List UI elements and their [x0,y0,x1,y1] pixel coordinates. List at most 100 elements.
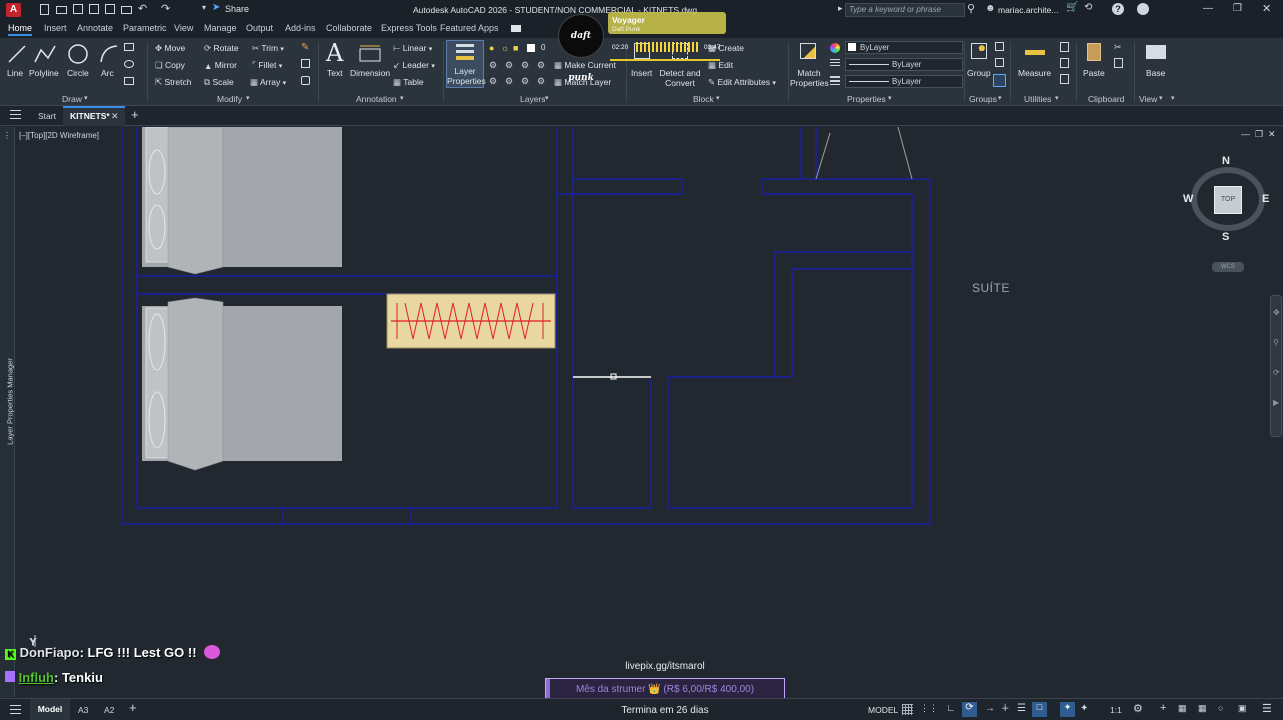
palette-options-icon[interactable]: ⋮ [3,131,11,140]
lineweight-select[interactable]: ByLayer [845,75,963,88]
erase-icon[interactable]: ✎ [301,42,309,53]
autoscale-icon[interactable]: ✦ [1080,703,1088,714]
tab-add-ins[interactable]: Add-ins [285,23,316,33]
new-tab-icon[interactable]: + [131,107,139,122]
draw-panel-title[interactable]: Draw [62,94,82,104]
layer-isolate-icon[interactable]: ⚙ [505,60,513,71]
redo-icon[interactable]: ↷ [161,2,170,15]
block-panel-title[interactable]: Block [693,94,714,104]
chevron-down-icon[interactable]: ▾ [998,94,1002,102]
offset-icon[interactable] [301,76,310,85]
cart-icon[interactable]: 🛒 [1066,2,1078,13]
close-tab-icon[interactable]: ✕ [111,111,119,122]
clean-screen-icon[interactable]: ▣ [1238,703,1247,714]
tab-view[interactable]: View [174,23,193,33]
array-button[interactable]: ▦ Array ▾ [250,77,286,88]
tab-annotate[interactable]: Annotate [77,23,113,33]
rotate-button[interactable]: ⟳ Rotate [204,43,239,54]
account-icon[interactable] [1137,3,1149,15]
group-select-icon[interactable] [993,74,1006,87]
viewport-close-icon[interactable]: ✕ [1268,129,1276,140]
viewport-restore-icon[interactable]: ❐ [1255,129,1263,140]
isodraft-icon[interactable]: → [985,703,995,714]
paste-tool[interactable]: Paste [1082,41,1108,81]
linear-button[interactable]: ⊢ Linear ▾ [393,43,432,54]
isolate-icon[interactable]: ○ [1218,703,1223,713]
layout-tab-a3[interactable]: A3 [78,705,88,715]
tab-insert[interactable]: Insert [44,23,67,33]
help-icon[interactable]: ? [1112,3,1124,15]
tab-express-tools[interactable]: Express Tools [381,23,437,33]
pan-icon[interactable]: ✥ [1273,308,1280,317]
properties-panel-title[interactable]: Properties [847,94,886,104]
viewcube-east[interactable]: E [1262,193,1269,205]
share-icon[interactable]: ➤ [212,2,220,13]
grid-icon[interactable] [902,704,913,715]
viewcube-face[interactable]: TOP [1214,186,1242,214]
move-button[interactable]: ✥ Move [155,43,185,54]
mirror-button[interactable]: ▲ Mirror [204,60,237,71]
tab-kitnets[interactable]: KITNETS* ✕ [63,106,125,126]
showmotion-icon[interactable]: ▶ [1273,398,1279,407]
customize-icon[interactable]: ☰ [1262,702,1272,715]
layer-lock-icon[interactable]: ⚙ [537,60,545,71]
explode-icon[interactable] [301,59,310,68]
layers-panel-title[interactable]: Layers [520,94,546,104]
start-tab[interactable]: Start [38,111,56,121]
ortho-icon[interactable]: ∟ [946,703,956,714]
stretch-button[interactable]: ⇱ Stretch [155,77,191,88]
id-point-icon[interactable] [1060,74,1069,84]
snap-icon[interactable]: ⋮⋮ [920,703,938,714]
user-menu[interactable]: mariac.archite... [998,5,1058,15]
zoom-icon[interactable]: ⚲ [1273,338,1279,347]
chevron-down-icon[interactable]: ▾ [400,94,404,102]
search-icon[interactable]: ⚲ [967,2,975,15]
chevron-down-icon[interactable]: ▾ [202,3,206,12]
layer-previous-icon[interactable]: ⚙ [505,76,513,87]
sun-icon[interactable]: ☼ [501,43,509,53]
quick-properties-icon[interactable]: ▦ [1198,703,1207,714]
match-properties-tool[interactable]: Match Properties [790,41,829,88]
viewcube-west[interactable]: W [1183,193,1193,205]
chevron-down-icon[interactable]: ▾ [84,94,88,102]
layouts-menu-icon[interactable] [10,705,21,714]
scale-button[interactable]: ⧉ Scale [204,77,234,88]
tab-output[interactable]: Output [246,23,273,33]
viewcube-north[interactable]: N [1222,155,1230,167]
model-space-indicator[interactable]: MODEL [868,705,898,715]
fillet-button[interactable]: ⌜ Fillet ▾ [252,60,282,71]
chevron-down-icon[interactable]: ▾ [246,94,250,102]
orbit-icon[interactable]: ⟳ [1273,368,1280,377]
osnap-icon[interactable]: ∔ [1001,703,1009,714]
bulb-icon[interactable]: ● [489,43,494,53]
gradient-icon[interactable] [124,77,134,85]
lineweight-toggle-icon[interactable]: ☰ [1017,703,1026,714]
layer-off-icon[interactable]: ⚙ [489,60,497,71]
wcs-menu[interactable]: WCS [1212,262,1244,272]
annotation-monitor-icon[interactable]: + [1160,702,1166,714]
chevron-down-icon[interactable]: ▾ [1055,94,1059,102]
current-layer-name[interactable]: 0 [541,43,545,52]
search-input[interactable]: Type a keyword or phrase [845,3,965,17]
tab-home[interactable]: Home [8,23,33,36]
chevron-down-icon[interactable]: ▾ [545,94,549,102]
edit-attributes-button[interactable]: ✎ Edit Attributes ▾ [708,77,776,88]
close-icon[interactable]: ✕ [1262,2,1271,15]
polar-icon[interactable]: ⟳ [962,702,977,717]
layer-match-icon[interactable]: ⚙ [489,76,497,87]
navigation-bar[interactable]: ✥ ⚲ ⟳ ▶ [1270,295,1282,437]
workspace-gear-icon[interactable]: ⚙ [1133,702,1143,715]
save-icon[interactable] [73,4,83,14]
ungroup-icon[interactable] [995,42,1004,51]
hamburger-menu-icon[interactable] [10,110,21,119]
view-panel-title[interactable]: View [1139,94,1157,104]
drawing-canvas[interactable]: [–][Top][2D Wireframe] Y SUÍTE TOP N S W… [15,127,1283,697]
line-tool[interactable]: Line [5,41,29,81]
group-edit-icon[interactable] [995,58,1004,67]
units-icon[interactable]: ▦ [1178,703,1187,714]
maximize-icon[interactable]: ❐ [1233,3,1242,14]
model-tab[interactable]: Model [30,699,70,720]
transparency-icon[interactable]: □ [1032,702,1047,717]
open-icon[interactable] [56,6,67,14]
annotation-visibility-icon[interactable]: ✦ [1060,702,1075,717]
